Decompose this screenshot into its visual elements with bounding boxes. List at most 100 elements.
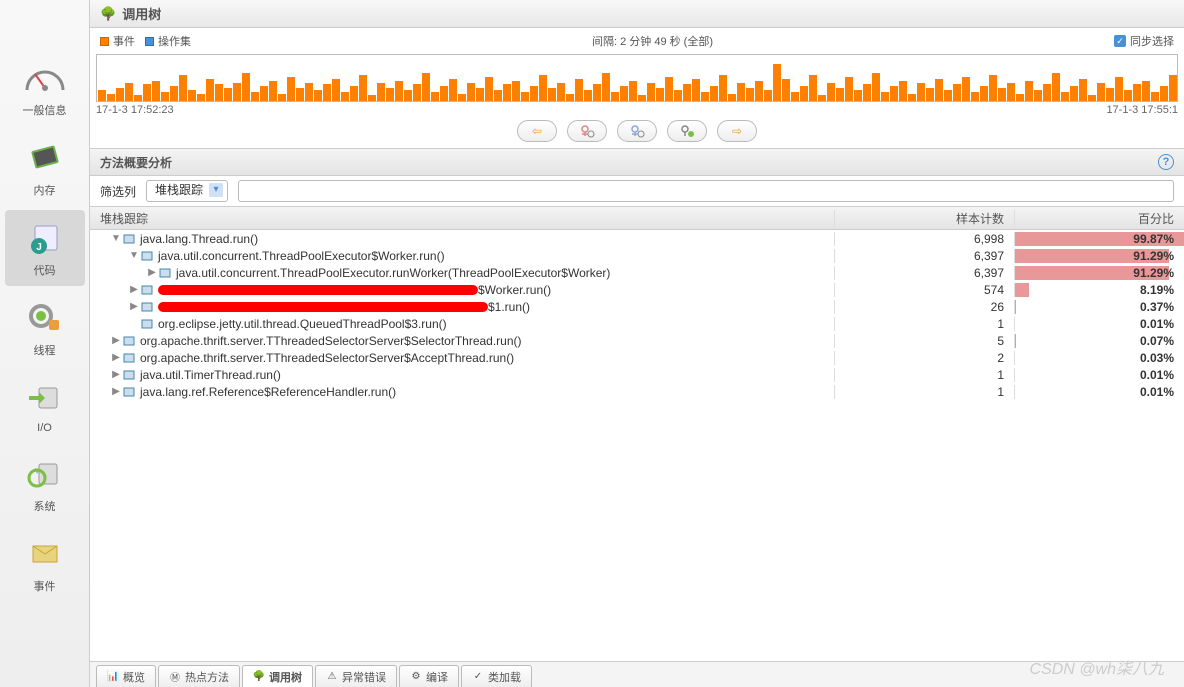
expander-icon[interactable]: ▼ bbox=[128, 250, 140, 261]
filter-row: 筛选列 堆栈跟踪 bbox=[90, 176, 1184, 206]
percentage-cell: 0.01% bbox=[1014, 385, 1184, 399]
toolbar: ⇦ ⇨ bbox=[90, 118, 1184, 148]
tab-热点方法[interactable]: Ⓜ热点方法 bbox=[158, 665, 240, 687]
tab-调用树[interactable]: 🌳调用树 bbox=[242, 665, 313, 687]
table-row[interactable]: ▶$Worker.run()5748.19% bbox=[90, 281, 1184, 298]
interval-label: 间隔: 2 分钟 49 秒 (全部) bbox=[191, 33, 1114, 49]
method-icon bbox=[140, 284, 154, 296]
nav-back-button[interactable]: ⇦ bbox=[517, 120, 557, 142]
method-icon bbox=[122, 233, 136, 245]
code-icon: J bbox=[21, 218, 69, 258]
col-header-name[interactable]: 堆栈跟踪 bbox=[90, 210, 834, 227]
table-header: 堆栈跟踪 样本计数 百分比 bbox=[90, 206, 1184, 230]
refresh-button[interactable] bbox=[667, 120, 707, 142]
expander-icon[interactable]: ▶ bbox=[146, 267, 158, 278]
legend-row: 事件 操作集 间隔: 2 分钟 49 秒 (全部) ✓ 同步选择 bbox=[90, 28, 1184, 54]
sample-count: 6,397 bbox=[834, 266, 1014, 280]
panel-header: 方法概要分析 ? bbox=[90, 148, 1184, 176]
col-header-pct[interactable]: 百分比 bbox=[1014, 210, 1184, 227]
percentage-cell: 0.01% bbox=[1014, 317, 1184, 331]
method-icon bbox=[122, 335, 136, 347]
sidebar-item-label: I/O bbox=[37, 422, 52, 434]
sample-count: 574 bbox=[834, 283, 1014, 297]
percentage-cell: 8.19% bbox=[1014, 283, 1184, 297]
table-row[interactable]: ▶$1.run()260.37% bbox=[90, 298, 1184, 315]
sync-label: 同步选择 bbox=[1130, 33, 1174, 49]
sidebar-item-io[interactable]: I/O bbox=[5, 370, 85, 442]
legend-event-label: 事件 bbox=[113, 33, 135, 49]
time-end: 17-1-3 17:55:1 bbox=[1106, 104, 1178, 116]
io-icon bbox=[21, 378, 69, 418]
timeline-chart[interactable] bbox=[96, 54, 1178, 102]
table-row[interactable]: ▶org.apache.thrift.server.TThreadedSelec… bbox=[90, 349, 1184, 366]
method-icon bbox=[122, 386, 136, 398]
help-icon[interactable]: ? bbox=[1158, 154, 1174, 170]
table-row[interactable]: ▶java.lang.ref.Reference$ReferenceHandle… bbox=[90, 383, 1184, 400]
table-row[interactable]: org.eclipse.jetty.util.thread.QueuedThre… bbox=[90, 315, 1184, 332]
percentage-cell: 91.29% bbox=[1014, 249, 1184, 263]
title-bar: 🌳 调用树 bbox=[90, 0, 1184, 28]
sidebar-item-threads[interactable]: 线程 bbox=[5, 290, 85, 366]
filter-input[interactable] bbox=[238, 180, 1174, 202]
bottom-tabs: 📊概览Ⓜ热点方法🌳调用树⚠异常错误⚙编译✓类加载 bbox=[90, 661, 1184, 687]
col-header-count[interactable]: 样本计数 bbox=[834, 210, 1014, 227]
zoom-person1-button[interactable] bbox=[567, 120, 607, 142]
panel-title: 方法概要分析 bbox=[100, 154, 172, 171]
percentage-cell: 0.07% bbox=[1014, 334, 1184, 348]
method-icon bbox=[158, 267, 172, 279]
tab-icon: ⚠ bbox=[326, 671, 338, 683]
table-row[interactable]: ▼java.lang.Thread.run()6,99899.87% bbox=[90, 230, 1184, 247]
tab-异常错误[interactable]: ⚠异常错误 bbox=[315, 665, 397, 687]
sidebar-item-events[interactable]: 事件 bbox=[5, 526, 85, 602]
content-area: 🌳 调用树 事件 操作集 间隔: 2 分钟 49 秒 (全部) ✓ 同步选择 1… bbox=[90, 0, 1184, 687]
percentage-cell: 91.29% bbox=[1014, 266, 1184, 280]
expander-icon[interactable]: ▶ bbox=[110, 335, 122, 346]
method-name: java.util.concurrent.ThreadPoolExecutor$… bbox=[158, 249, 445, 263]
method-icon bbox=[122, 352, 136, 364]
filter-column-select[interactable]: 堆栈跟踪 bbox=[146, 180, 228, 202]
table-row[interactable]: ▶java.util.concurrent.ThreadPoolExecutor… bbox=[90, 264, 1184, 281]
sidebar-item-label: 事件 bbox=[34, 578, 56, 594]
expander-icon[interactable]: ▶ bbox=[128, 284, 140, 295]
svg-text:J: J bbox=[36, 242, 42, 253]
legend-event-swatch bbox=[100, 37, 109, 46]
sync-checkbox[interactable]: ✓ bbox=[1114, 35, 1126, 47]
nav-forward-button[interactable]: ⇨ bbox=[717, 120, 757, 142]
tab-icon: 🌳 bbox=[253, 671, 265, 683]
sidebar-item-label: 系统 bbox=[34, 498, 56, 514]
tab-icon: ✓ bbox=[472, 671, 484, 683]
tab-概览[interactable]: 📊概览 bbox=[96, 665, 156, 687]
table-row[interactable]: ▶java.util.TimerThread.run()10.01% bbox=[90, 366, 1184, 383]
expander-icon[interactable]: ▼ bbox=[110, 233, 122, 244]
sidebar-item-general[interactable]: 一般信息 bbox=[5, 50, 85, 126]
sample-count: 5 bbox=[834, 334, 1014, 348]
sidebar-item-label: 代码 bbox=[34, 262, 56, 278]
gauge-icon bbox=[21, 58, 69, 98]
sidebar-item-label: 线程 bbox=[34, 342, 56, 358]
sidebar-item-code[interactable]: J 代码 bbox=[5, 210, 85, 286]
zoom-person2-button[interactable] bbox=[617, 120, 657, 142]
sidebar-item-system[interactable]: 系统 bbox=[5, 446, 85, 522]
time-axis: 17-1-3 17:52:23 17-1-3 17:55:1 bbox=[90, 102, 1184, 118]
redacted-text bbox=[158, 285, 478, 295]
expander-icon[interactable]: ▶ bbox=[110, 369, 122, 380]
method-icon bbox=[122, 369, 136, 381]
legend-opset-swatch bbox=[145, 37, 154, 46]
sample-count: 1 bbox=[834, 385, 1014, 399]
sidebar-item-label: 一般信息 bbox=[23, 102, 67, 118]
percentage-cell: 0.03% bbox=[1014, 351, 1184, 365]
legend-opset-label: 操作集 bbox=[158, 33, 191, 49]
tab-类加载[interactable]: ✓类加载 bbox=[461, 665, 532, 687]
sample-count: 6,397 bbox=[834, 249, 1014, 263]
expander-icon[interactable]: ▶ bbox=[110, 352, 122, 363]
method-icon bbox=[140, 318, 154, 330]
tab-编译[interactable]: ⚙编译 bbox=[399, 665, 459, 687]
sidebar-item-memory[interactable]: 内存 bbox=[5, 130, 85, 206]
method-name: org.eclipse.jetty.util.thread.QueuedThre… bbox=[158, 317, 447, 331]
percentage-cell: 0.01% bbox=[1014, 368, 1184, 382]
expander-icon[interactable]: ▶ bbox=[128, 301, 140, 312]
table-row[interactable]: ▼ java.util.concurrent.ThreadPoolExecutor… bbox=[90, 247, 1184, 264]
expander-icon[interactable]: ▶ bbox=[110, 386, 122, 397]
table-row[interactable]: ▶org.apache.thrift.server.TThreadedSelec… bbox=[90, 332, 1184, 349]
sidebar: 一般信息 内存 J 代码 线程 I/O 系统 事件 bbox=[0, 0, 90, 687]
